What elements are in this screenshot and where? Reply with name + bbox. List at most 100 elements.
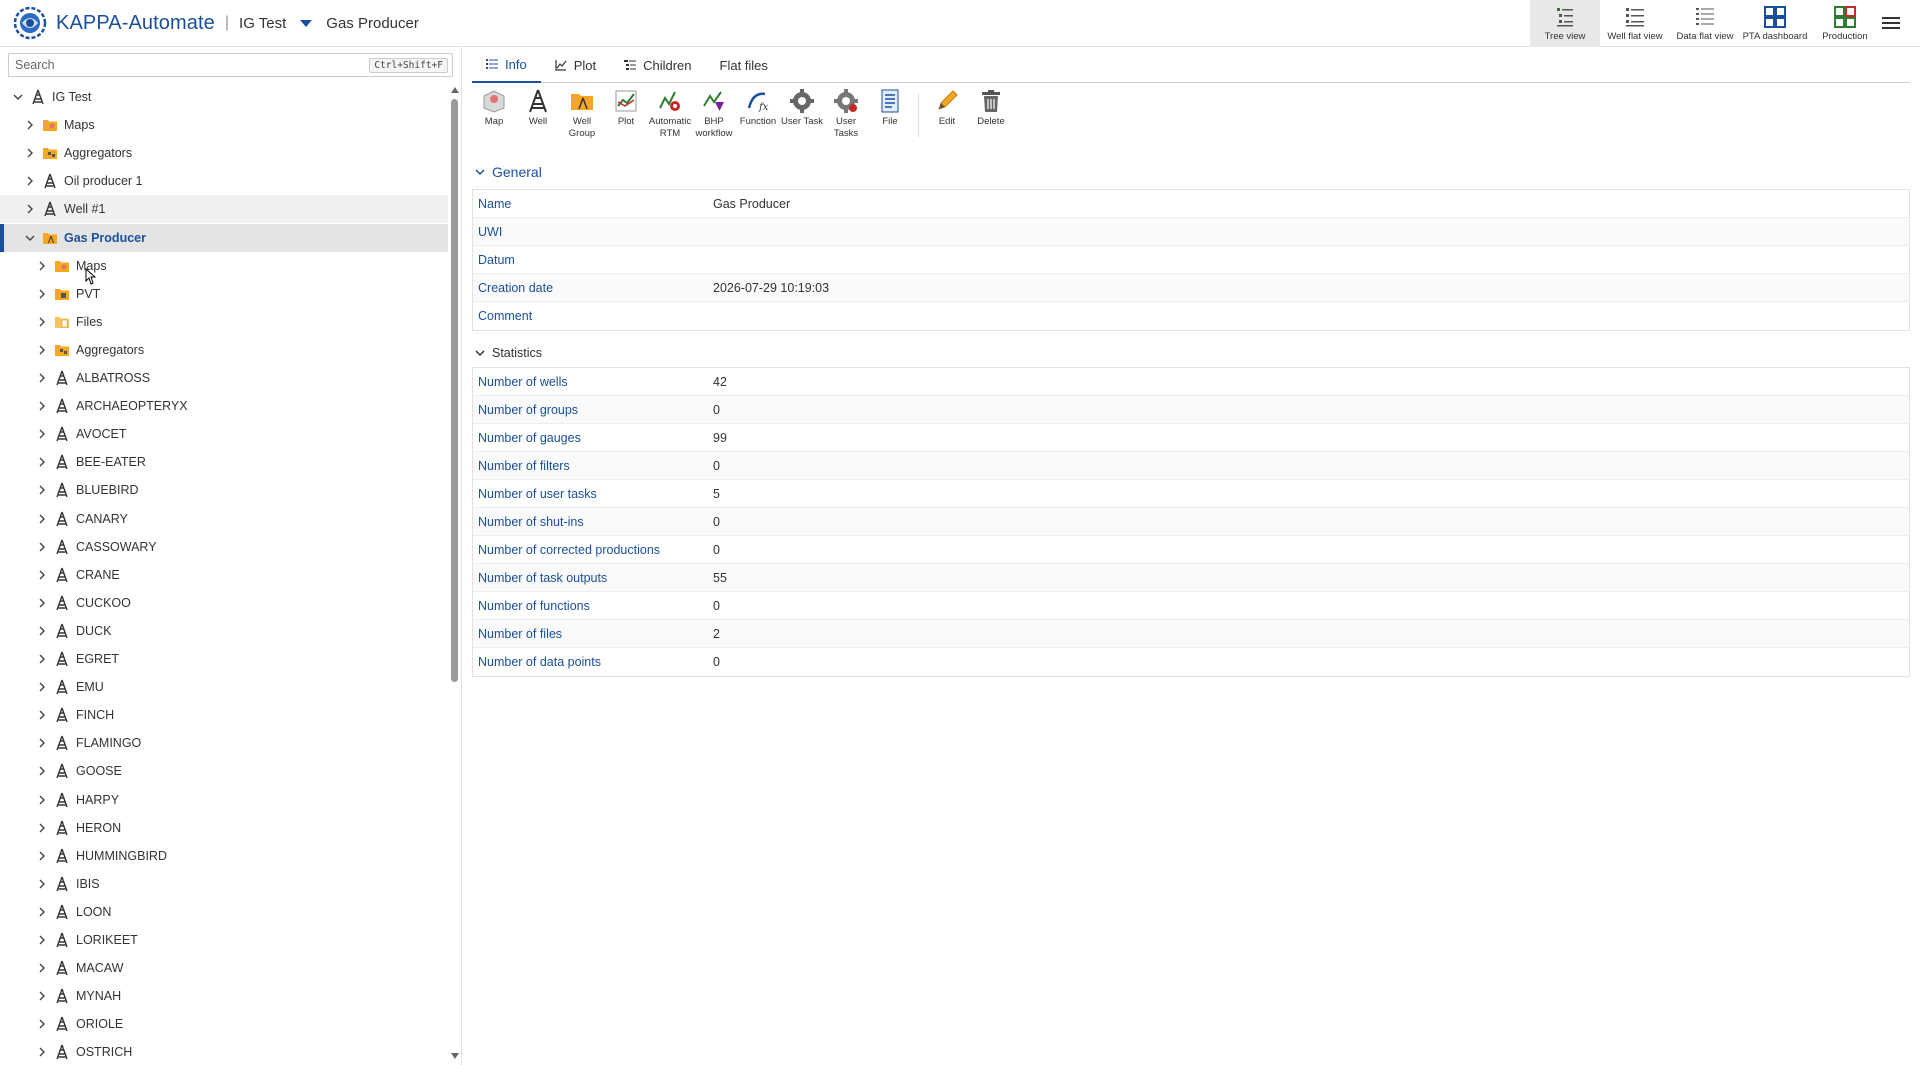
edit-button[interactable]: Edit	[925, 85, 969, 145]
tree-item[interactable]: Gas Producer	[0, 223, 448, 252]
app-logo[interactable]: KAPPA-Automate	[12, 5, 215, 41]
chevron-right-icon[interactable]	[36, 1018, 48, 1030]
tree-item[interactable]: Maps	[0, 252, 448, 280]
chevron-right-icon[interactable]	[36, 372, 48, 384]
tree-item[interactable]: IG Test	[0, 83, 448, 111]
chevron-right-icon[interactable]	[36, 513, 48, 525]
tree-item[interactable]: ARCHAEOPTERYX	[0, 392, 448, 420]
add-user-tasks-button[interactable]: User Tasks	[824, 85, 868, 145]
tab-info[interactable]: Info	[472, 47, 541, 83]
chevron-right-icon[interactable]	[36, 878, 48, 890]
tree-item[interactable]: Oil producer 1	[0, 167, 448, 195]
tree-item[interactable]: BEE-EATER	[0, 448, 448, 476]
chevron-right-icon[interactable]	[24, 147, 36, 159]
chevron-down-icon[interactable]	[24, 232, 36, 244]
tree-item[interactable]: EGRET	[0, 645, 448, 673]
chevron-right-icon[interactable]	[36, 484, 48, 496]
add-bhp-workflow-button[interactable]: BHP workflow	[692, 85, 736, 145]
tree-item[interactable]: Well #1	[0, 195, 448, 224]
add-automatic-rtm-button[interactable]: Automatic RTM	[648, 85, 692, 145]
chevron-right-icon[interactable]	[36, 541, 48, 553]
tree-item[interactable]: IBIS	[0, 870, 448, 898]
tree-item[interactable]: BLUEBIRD	[0, 476, 448, 504]
chevron-right-icon[interactable]	[36, 709, 48, 721]
tree-item[interactable]: HARPY	[0, 786, 448, 814]
well-flat-view-button[interactable]: Well flat view	[1600, 0, 1670, 47]
scroll-up-arrow-icon[interactable]	[451, 87, 459, 93]
chevron-right-icon[interactable]	[36, 344, 48, 356]
tree-item[interactable]: Files	[0, 308, 448, 336]
chevron-right-icon[interactable]	[36, 990, 48, 1002]
chevron-right-icon[interactable]	[36, 653, 48, 665]
chevron-right-icon[interactable]	[36, 822, 48, 834]
tree-item[interactable]: MYNAH	[0, 982, 448, 1010]
tree-item[interactable]: PVT	[0, 280, 448, 308]
add-plot-button[interactable]: Plot	[604, 85, 648, 145]
statistics-section-toggle[interactable]: Statistics	[472, 346, 542, 360]
chevron-right-icon[interactable]	[36, 765, 48, 777]
chevron-right-icon[interactable]	[36, 850, 48, 862]
delete-button[interactable]: Delete	[969, 85, 1013, 145]
hamburger-menu-icon[interactable]	[1882, 14, 1900, 32]
chevron-right-icon[interactable]	[36, 316, 48, 328]
chevron-right-icon[interactable]	[36, 569, 48, 581]
tree-item[interactable]: CRANE	[0, 561, 448, 589]
tree-scrollbar[interactable]	[450, 83, 460, 1065]
tree-item[interactable]: FLAMINGO	[0, 729, 448, 757]
tree-item[interactable]: OSTRICH	[0, 1038, 448, 1065]
chevron-right-icon[interactable]	[36, 625, 48, 637]
chevron-right-icon[interactable]	[36, 260, 48, 272]
chevron-right-icon[interactable]	[36, 456, 48, 468]
chevron-right-icon[interactable]	[36, 906, 48, 918]
tree-item[interactable]: Maps	[0, 111, 448, 139]
tree-item[interactable]: ALBATROSS	[0, 364, 448, 392]
chevron-right-icon[interactable]	[24, 203, 36, 215]
tree-item[interactable]: LORIKEET	[0, 926, 448, 954]
chevron-right-icon[interactable]	[36, 681, 48, 693]
tab-children[interactable]: Children	[610, 47, 705, 83]
tree-item[interactable]: Aggregators	[0, 139, 448, 167]
tree-item[interactable]: HUMMINGBIRD	[0, 842, 448, 870]
add-file-button[interactable]: File	[868, 85, 912, 145]
tree-item[interactable]: MACAW	[0, 954, 448, 982]
add-map-button[interactable]: Map	[472, 85, 516, 145]
add-well-group-button[interactable]: Well Group	[560, 85, 604, 145]
tree-item[interactable]: DUCK	[0, 617, 448, 645]
add-well-button[interactable]: Well	[516, 85, 560, 145]
chevron-right-icon[interactable]	[24, 175, 36, 187]
production-button[interactable]: Production	[1810, 0, 1880, 47]
project-dropdown-icon[interactable]	[300, 19, 313, 27]
data-flat-view-button[interactable]: Data flat view	[1670, 0, 1740, 47]
chevron-right-icon[interactable]	[36, 288, 48, 300]
chevron-right-icon[interactable]	[36, 428, 48, 440]
scroll-thumb[interactable]	[451, 99, 458, 682]
tree-item[interactable]: HERON	[0, 814, 448, 842]
chevron-right-icon[interactable]	[36, 597, 48, 609]
add-user-task-button[interactable]: User Task	[780, 85, 824, 145]
chevron-right-icon[interactable]	[36, 934, 48, 946]
tab-plot[interactable]: Plot	[541, 47, 610, 83]
search-input[interactable]	[9, 58, 370, 72]
chevron-right-icon[interactable]	[36, 962, 48, 974]
tree-item[interactable]: EMU	[0, 673, 448, 701]
chevron-right-icon[interactable]	[36, 737, 48, 749]
project-name[interactable]: IG Test	[239, 15, 286, 32]
tree-item[interactable]: ORIOLE	[0, 1010, 448, 1038]
tree-item[interactable]: AVOCET	[0, 420, 448, 448]
scroll-down-arrow-icon[interactable]	[451, 1053, 459, 1059]
general-section-toggle[interactable]: General	[472, 164, 542, 180]
chevron-right-icon[interactable]	[36, 400, 48, 412]
tree-view-button[interactable]: Tree view	[1530, 0, 1600, 47]
tree-item[interactable]: CANARY	[0, 505, 448, 533]
chevron-right-icon[interactable]	[36, 794, 48, 806]
chevron-down-icon[interactable]	[12, 91, 24, 103]
tree-item[interactable]: FINCH	[0, 701, 448, 729]
tree-item[interactable]: Aggregators	[0, 336, 448, 364]
tab-flat-files[interactable]: Flat files	[706, 47, 782, 83]
chevron-right-icon[interactable]	[24, 119, 36, 131]
tree-item[interactable]: GOOSE	[0, 757, 448, 785]
add-function-button[interactable]: fx Function	[736, 85, 780, 145]
tree-item[interactable]: CASSOWARY	[0, 533, 448, 561]
tree-item[interactable]: CUCKOO	[0, 589, 448, 617]
chevron-right-icon[interactable]	[36, 1046, 48, 1058]
